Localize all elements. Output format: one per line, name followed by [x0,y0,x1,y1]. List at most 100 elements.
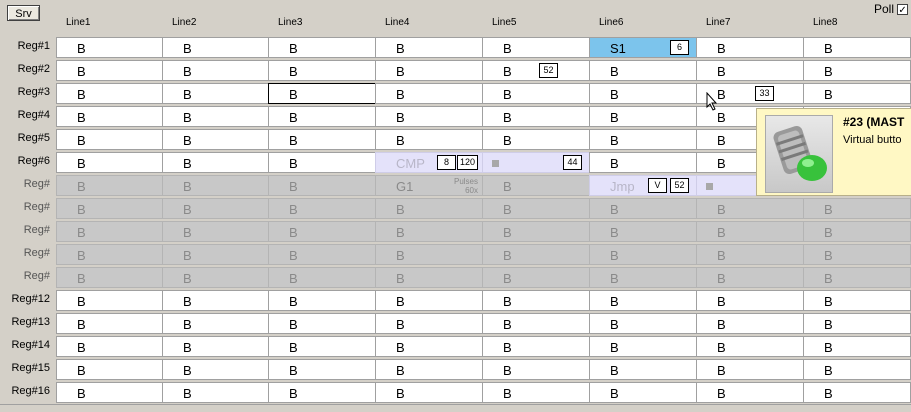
grid-cell[interactable]: B [589,290,697,311]
grid-cell[interactable]: B [375,221,483,242]
grid-cell[interactable]: B [268,267,376,288]
grid-cell[interactable]: B [162,129,269,150]
grid-cell[interactable]: B [482,221,590,242]
grid-cell[interactable]: B [56,359,163,380]
grid-cell[interactable]: B [589,106,697,127]
grid-cell[interactable]: B [482,106,590,127]
grid-cell[interactable]: B [482,290,590,311]
grid-cell[interactable]: B [268,290,376,311]
grid-cell[interactable]: B [56,175,163,196]
grid-cell[interactable]: B [56,152,163,173]
grid-cell[interactable]: B [375,83,483,104]
grid-cell[interactable]: B [589,336,697,357]
grid-cell[interactable]: B [482,244,590,265]
grid-cell[interactable]: B [268,221,376,242]
grid-cell[interactable]: B [696,37,804,58]
grid-cell[interactable]: B [803,244,911,265]
grid-cell[interactable]: B [268,37,376,58]
grid-cell[interactable]: B [162,244,269,265]
grid-cell[interactable]: B [162,382,269,403]
grid-cell[interactable]: B44 [482,152,590,173]
grid-cell[interactable]: B [696,336,804,357]
grid-cell[interactable]: B [803,382,911,403]
grid-cell[interactable]: B [162,83,269,104]
grid-cell[interactable]: B [268,129,376,150]
grid-cell[interactable]: B [589,382,697,403]
grid-cell[interactable]: B [375,267,483,288]
grid-cell[interactable]: B [56,198,163,219]
grid-cell[interactable]: B [56,83,163,104]
grid-cell[interactable]: B [56,244,163,265]
grid-cell[interactable]: B [162,37,269,58]
grid-cell[interactable]: B [56,336,163,357]
grid-cell[interactable]: B [482,129,590,150]
grid-cell[interactable]: B [482,267,590,288]
grid-cell[interactable]: B [696,267,804,288]
grid-cell[interactable]: B [482,37,590,58]
grid-cell[interactable]: B [56,382,163,403]
grid-cell[interactable]: B 52 [482,60,590,81]
grid-cell[interactable]: B [268,198,376,219]
grid-cell[interactable]: B [482,359,590,380]
grid-cell[interactable]: B [268,60,376,81]
poll-checkbox[interactable]: ✓ [897,3,909,16]
grid-cell[interactable]: B [803,198,911,219]
grid-cell[interactable]: B [56,221,163,242]
srv-button[interactable]: Srv [7,5,40,21]
grid-cell[interactable]: B [803,290,911,311]
grid-cell[interactable]: B [375,244,483,265]
grid-cell[interactable]: B [268,175,376,196]
grid-cell[interactable]: S1 6 [589,37,697,58]
grid-cell[interactable]: B [56,60,163,81]
grid-cell[interactable]: B [162,313,269,334]
grid-cell[interactable]: B [162,336,269,357]
grid-cell[interactable]: B [375,382,483,403]
grid-cell[interactable]: B [268,83,376,104]
grid-cell[interactable]: B [375,313,483,334]
grid-cell[interactable]: B [375,37,483,58]
grid-cell[interactable]: B [162,290,269,311]
grid-cell[interactable]: B [56,129,163,150]
grid-cell[interactable]: B [56,37,163,58]
grid-cell[interactable]: B [696,382,804,403]
grid-cell[interactable]: B [162,152,269,173]
grid-cell[interactable]: B [589,244,697,265]
grid-cell[interactable]: B [696,244,804,265]
grid-cell[interactable]: B [56,313,163,334]
grid-cell[interactable]: B [56,106,163,127]
grid-cell[interactable]: B [696,221,804,242]
grid-cell[interactable]: B [162,60,269,81]
grid-cell[interactable]: B [803,37,911,58]
grid-cell[interactable]: B [56,267,163,288]
grid-cell[interactable]: B [268,152,376,173]
grid-cell[interactable]: B [268,359,376,380]
grid-cell[interactable]: B [803,221,911,242]
grid-cell[interactable]: B [589,198,697,219]
grid-cell[interactable]: B [482,313,590,334]
grid-cell[interactable]: B [162,198,269,219]
grid-cell[interactable]: B [268,244,376,265]
grid-cell[interactable]: B [375,198,483,219]
grid-cell[interactable]: B [375,129,483,150]
grid-cell[interactable]: B [482,83,590,104]
grid-cell[interactable]: B [375,60,483,81]
grid-cell[interactable]: B [589,267,697,288]
grid-cell[interactable]: B [696,198,804,219]
grid-cell[interactable]: B [589,359,697,380]
grid-cell[interactable]: B [696,359,804,380]
grid-cell[interactable]: CMP 8 120 [375,152,483,173]
grid-cell[interactable]: B [589,313,697,334]
grid-cell[interactable]: B [482,382,590,403]
grid-cell[interactable]: B [589,83,697,104]
grid-cell[interactable]: B [803,60,911,81]
grid-cell[interactable]: B [375,336,483,357]
grid-cell[interactable]: B [375,359,483,380]
grid-cell[interactable]: B [696,60,804,81]
grid-cell[interactable]: B [162,175,269,196]
grid-cell[interactable]: B [696,313,804,334]
grid-cell[interactable]: B [162,359,269,380]
grid-cell[interactable]: B [375,290,483,311]
grid-cell[interactable]: B [696,290,804,311]
grid-cell[interactable]: B [589,129,697,150]
grid-cell[interactable]: B [268,382,376,403]
